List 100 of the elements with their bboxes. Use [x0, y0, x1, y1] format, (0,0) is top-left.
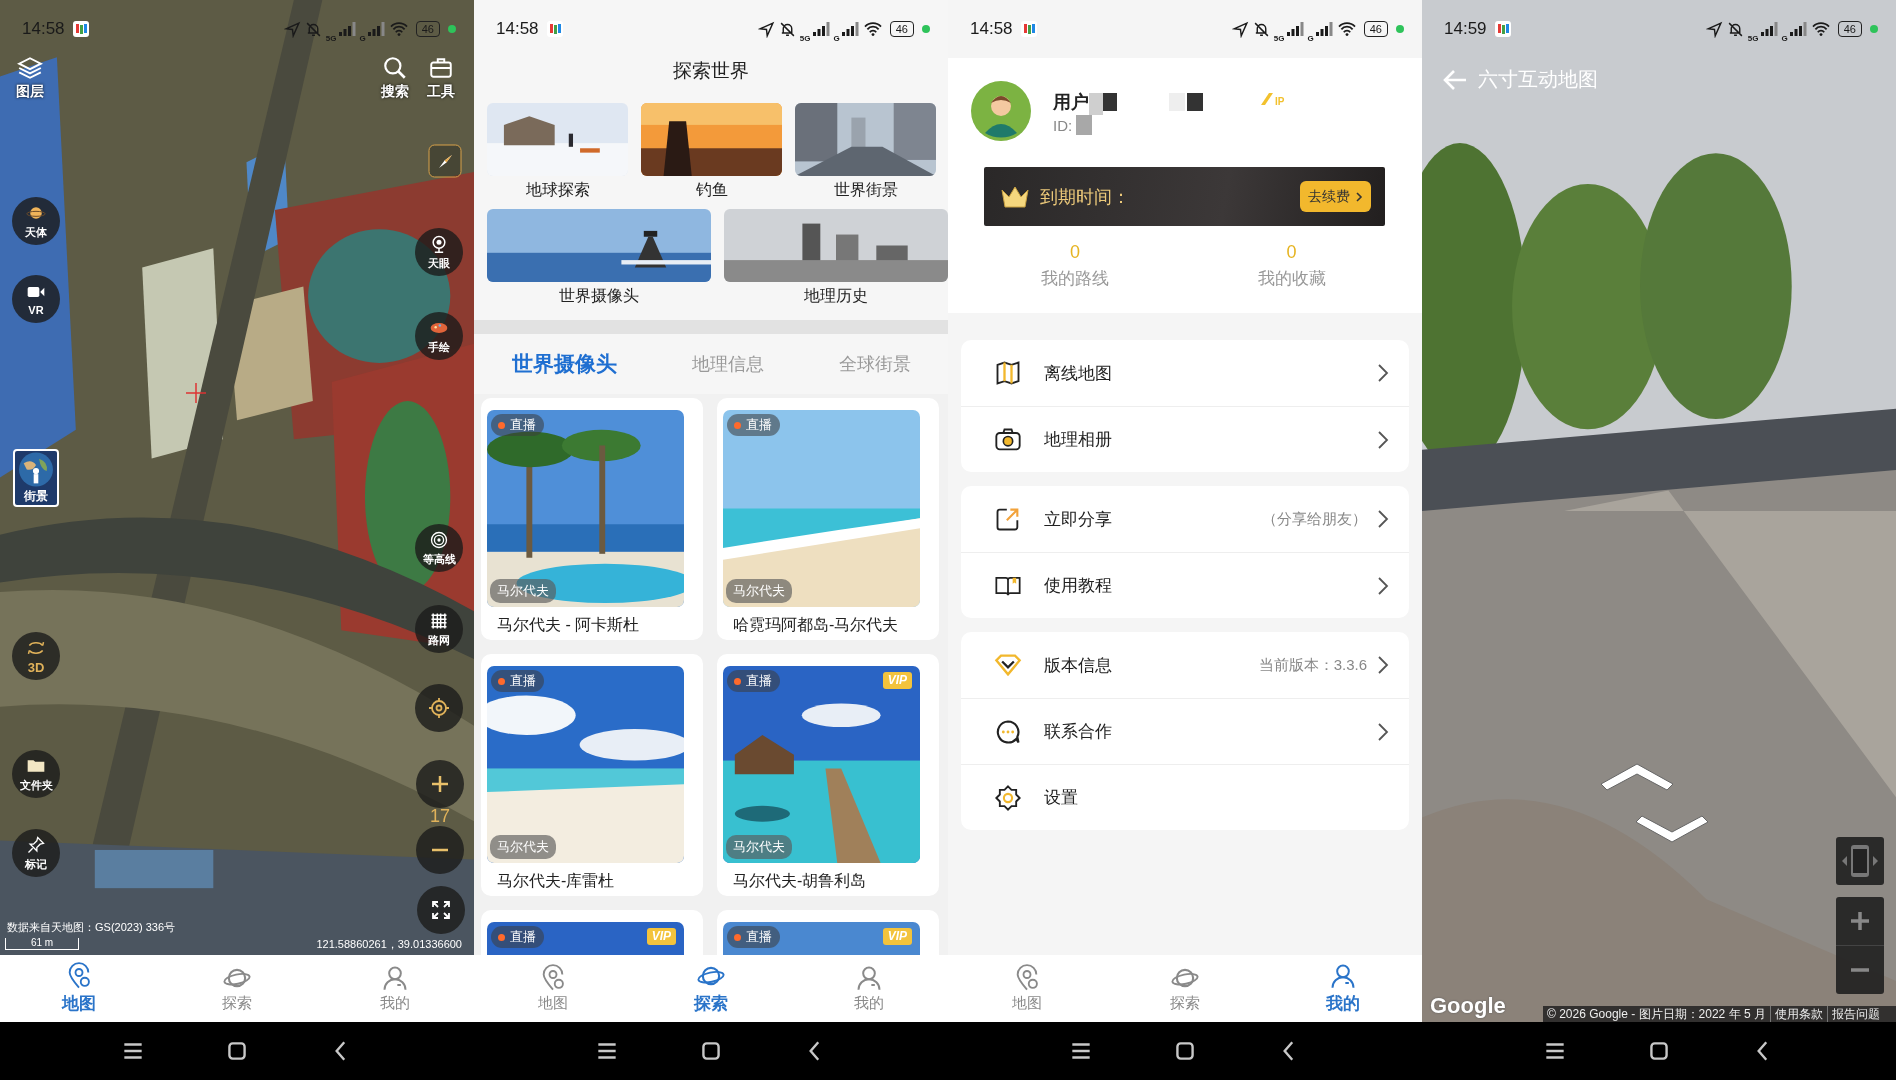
topic-label[interactable]: 世界摄像头 — [559, 282, 639, 310]
wifi-icon — [1336, 21, 1357, 37]
menu-label: 使用教程 — [1044, 575, 1112, 597]
live-label: 直播 — [510, 672, 536, 690]
location-icon — [1705, 20, 1723, 38]
camera-card[interactable]: 直播 马尔代夫 马尔代夫 - 阿卡斯杜 — [481, 398, 703, 640]
nav-tab[interactable]: 我的 — [316, 955, 474, 1022]
card-title: 哈霓玛阿都岛-马尔代夫 — [732, 615, 900, 635]
signal-icon — [1314, 22, 1333, 36]
signal-icon — [366, 22, 385, 36]
map-icon — [994, 359, 1022, 387]
nav-tab[interactable]: 地图 — [948, 955, 1106, 1022]
topic-label[interactable]: 地球探索 — [525, 176, 590, 204]
location-icon — [757, 20, 775, 38]
live-label: 直播 — [510, 416, 536, 434]
live-dot-icon — [498, 677, 505, 685]
battery-level: 46 — [1837, 21, 1862, 37]
mute-icon — [304, 20, 322, 38]
globe-icon[interactable] — [17, 451, 55, 488]
toolbox-icon[interactable] — [428, 55, 454, 81]
map-tool-button[interactable]: 图层 — [16, 55, 44, 101]
live-label: 直播 — [510, 928, 536, 946]
menu-row[interactable]: 地理相册 — [961, 406, 1409, 472]
menu-label: 联系合作 — [1044, 721, 1112, 743]
menu-detail: 当前版本：3.3.6 — [1258, 655, 1367, 675]
layers-icon[interactable] — [17, 55, 43, 81]
camera-card[interactable]: 直播 VIP — [481, 910, 703, 955]
camera-card[interactable]: 直播 马尔代夫 哈霓玛阿都岛-马尔代夫 — [717, 398, 939, 640]
camera-card[interactable]: 直播 VIP 马尔代夫 马尔代夫-胡鲁利岛 — [717, 654, 939, 896]
menu-label: 离线地图 — [1044, 362, 1112, 385]
battery-level: 46 — [1363, 21, 1388, 37]
nav-tab[interactable]: 探索 — [1106, 955, 1264, 1022]
location-tag: 马尔代夫 — [490, 835, 556, 859]
menu-row[interactable]: 离线地图 — [961, 340, 1409, 406]
network-label: G — [1781, 33, 1788, 43]
map-tool-button[interactable]: 工具 — [427, 55, 455, 101]
scale-bar: 61 m — [5, 938, 79, 950]
menu-row[interactable]: 设置 — [961, 764, 1409, 830]
camera-card[interactable]: 直播 VIP — [717, 910, 939, 955]
zoom-level: 17 — [430, 805, 450, 827]
person-icon — [381, 964, 409, 992]
menu-label: 设置 — [1044, 787, 1078, 809]
vip-label: IP — [1275, 96, 1285, 107]
nav-tab[interactable]: 地图 — [0, 955, 158, 1022]
map-tool-button[interactable]: 街景 — [13, 449, 59, 507]
crosshair-icon — [185, 382, 207, 404]
nav-tab[interactable]: 探索 — [632, 955, 790, 1022]
status-time: 14:58 — [22, 19, 65, 39]
menu-row[interactable]: 版本信息 当前版本：3.3.6 — [961, 632, 1409, 698]
nav-tab[interactable]: 地图 — [474, 955, 632, 1022]
location-tag: 马尔代夫 — [726, 835, 792, 859]
menu-row[interactable]: 立即分享 （分享给朋友） — [961, 486, 1409, 552]
stat-value: 0 — [1070, 242, 1080, 263]
app-icon — [546, 21, 563, 37]
card-title: 马尔代夫-库雷杜 — [496, 871, 616, 891]
topic-label[interactable]: 世界街景 — [833, 176, 898, 204]
wifi-icon — [388, 21, 409, 37]
menu-row[interactable]: 联系合作 — [961, 698, 1409, 764]
logo-text: Google — [1430, 993, 1506, 1019]
signal-icon — [337, 22, 356, 36]
camera-card[interactable]: 直播 马尔代夫 马尔代夫-库雷杜 — [481, 654, 703, 896]
map-tool-button[interactable]: 搜索 — [381, 55, 409, 101]
signal-icon — [1788, 22, 1807, 36]
menu-row[interactable]: 使用教程 — [961, 552, 1409, 618]
app-icon — [1020, 21, 1037, 37]
network-label: 5G — [325, 33, 337, 43]
signal-icon — [1285, 22, 1304, 36]
nav-tab[interactable]: 我的 — [790, 955, 948, 1022]
network-label: G — [833, 33, 840, 43]
live-dot-icon — [498, 933, 505, 941]
renew-button[interactable]: 去续费 — [1300, 181, 1371, 212]
attribution-text: © 2026 Google - 图片日期：2022 年 5 月 — [1546, 1005, 1767, 1022]
mute-icon — [1726, 20, 1744, 38]
fullscreen-icon[interactable] — [429, 898, 453, 922]
stat-value: 0 — [1286, 242, 1297, 263]
menu-detail: （分享给朋友） — [1262, 509, 1367, 529]
live-dot-icon — [734, 421, 741, 429]
plus-icon[interactable] — [1849, 910, 1871, 932]
wifi-icon — [862, 21, 883, 37]
network-label: G — [1307, 33, 1314, 43]
topic-label[interactable]: 钓鱼 — [695, 176, 728, 204]
card-title: 马尔代夫-胡鲁利岛 — [732, 871, 868, 891]
pushpin-icon[interactable] — [26, 834, 46, 855]
contour-icon[interactable] — [429, 529, 449, 550]
nav-tab[interactable]: 我的 — [1264, 955, 1422, 1022]
category-tab[interactable]: 世界摄像头 — [505, 346, 623, 382]
status-dot — [1870, 25, 1878, 33]
person-icon — [1329, 962, 1357, 990]
topic-label[interactable]: 地理历史 — [804, 282, 868, 310]
vip-badge: VIP — [882, 928, 912, 945]
search-icon[interactable] — [382, 55, 408, 81]
status-time: 14:58 — [970, 19, 1013, 39]
expiry-label: 到期时间： — [1040, 185, 1130, 209]
network-label: 5G — [1747, 33, 1759, 43]
battery-level: 46 — [415, 21, 440, 37]
menu-label: 版本信息 — [1044, 654, 1112, 677]
nav-tab[interactable]: 探索 — [158, 955, 316, 1022]
chevron-icon — [1355, 190, 1363, 203]
webcam-icon[interactable] — [429, 233, 449, 254]
locate-icon[interactable] — [427, 696, 451, 720]
